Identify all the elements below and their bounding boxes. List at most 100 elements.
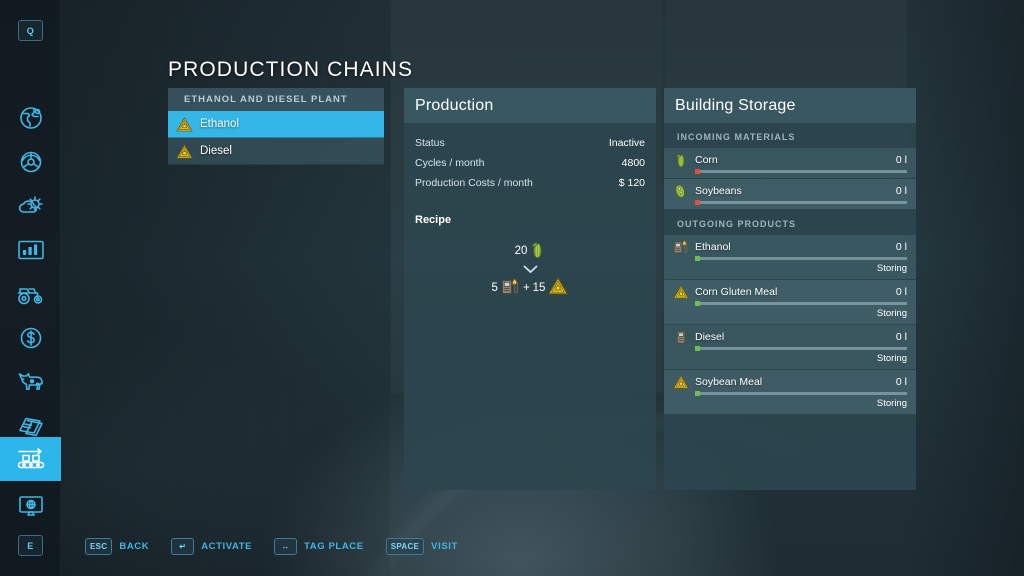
stat-row-cycles: Cycles / month 4800 [415, 157, 645, 169]
storage-row-status: Storing [876, 398, 907, 409]
stat-row-status: Status Inactive [415, 137, 645, 149]
storage-fill-bar [695, 301, 907, 306]
monitor-globe-icon [17, 494, 45, 518]
storage-fill-bar [695, 200, 907, 205]
storage-row-value: 0 l [895, 376, 907, 388]
fill-indicator [695, 391, 700, 396]
corn-icon [673, 152, 689, 168]
warning-triangle-icon [548, 277, 569, 298]
hint-visit[interactable]: SPACE VISIT [385, 538, 458, 555]
weather-icon [17, 193, 45, 219]
key-hint-q: Q [18, 20, 43, 41]
storage-fill-bar [695, 256, 907, 261]
diesel-canister-icon [673, 329, 689, 345]
key-esc: ESC [85, 538, 113, 555]
stat-key: Status [415, 137, 445, 149]
sidebar-item-weather[interactable] [0, 184, 61, 228]
production-chains-icon [15, 446, 47, 472]
storage-fill-bar [695, 169, 907, 174]
warning-triangle-icon [176, 116, 193, 132]
storage-row-name: Ethanol [695, 241, 731, 253]
storage-row-soybean-meal[interactable]: Soybean Meal 0 l Storing [664, 370, 916, 415]
hint-tag-place[interactable]: ↔ TAG PLACE [274, 538, 364, 555]
sidebar-item-fleet[interactable] [0, 272, 61, 316]
storage-row-corn-gluten-meal[interactable]: Corn Gluten Meal 0 l Storing [664, 280, 916, 325]
production-chain-list: ETHANOL AND DIESEL PLANT Ethanol Diesel [168, 88, 384, 165]
recipe-outputs: 5 + 15 [404, 277, 656, 298]
sidebar-item-multiplayer[interactable] [0, 484, 61, 528]
fill-indicator [695, 256, 700, 261]
stat-key: Cycles / month [415, 157, 485, 169]
recipe-inputs: 20 [404, 240, 656, 262]
warning-triangle-icon [673, 374, 689, 390]
fuel-pump-icon [501, 277, 520, 298]
sidebar-item-statistics[interactable] [0, 228, 61, 272]
chain-row-ethanol[interactable]: Ethanol [168, 111, 384, 138]
storage-row-name: Soybean Meal [695, 376, 763, 388]
bottom-hint-bar: ESC BACK ↵ ACTIVATE ↔ TAG PLACE SPACE VI… [85, 538, 458, 555]
recipe-plus: + [522, 281, 530, 294]
hint-back[interactable]: ESC BACK [85, 538, 149, 555]
chain-row-diesel[interactable]: Diesel [168, 138, 384, 165]
sidebar-item-finances[interactable] [0, 316, 61, 360]
storage-row-status: Storing [876, 308, 907, 319]
fill-indicator [695, 346, 700, 351]
recipe-output-amount: 5 [491, 281, 498, 294]
sidebar-item-map[interactable] [0, 96, 61, 140]
fill-indicator [695, 200, 700, 205]
warning-triangle-icon [673, 284, 689, 300]
storage-fill-bar [695, 391, 907, 396]
storage-row-corn[interactable]: Corn 0 l [664, 148, 916, 179]
tractor-icon [16, 282, 46, 306]
storage-row-status: Storing [876, 263, 907, 274]
key-enter: ↵ [171, 538, 195, 555]
storage-row-status: Storing [876, 353, 907, 364]
recipe-input-amount: 20 [514, 245, 528, 257]
hint-label: TAG PLACE [304, 541, 364, 552]
key-space: SPACE [385, 538, 425, 555]
chain-row-label: Ethanol [200, 118, 240, 130]
storage-row-ethanol[interactable]: Ethanol 0 l Storing [664, 235, 916, 280]
page-title: PRODUCTION CHAINS [168, 58, 414, 81]
storage-row-value: 0 l [895, 241, 907, 253]
storage-row-soybeans[interactable]: Soybeans 0 l [664, 179, 916, 210]
production-stats: Status Inactive Cycles / month 4800 Prod… [404, 123, 656, 189]
storage-fill-bar [695, 346, 907, 351]
fill-indicator [695, 301, 700, 306]
fill-indicator [695, 169, 700, 174]
storage-row-value: 0 l [895, 331, 907, 343]
map-icon [18, 105, 44, 131]
soybeans-icon [673, 183, 689, 199]
storage-row-value: 0 l [895, 154, 907, 166]
storage-section-header-incoming: INCOMING MATERIALS [677, 132, 796, 142]
key-left-right-arrow: ↔ [274, 538, 298, 555]
stat-row-costs: Production Costs / month $ 120 [415, 177, 645, 189]
storage-section-header-outgoing: OUTGOING PRODUCTS [677, 219, 797, 229]
statistics-icon [17, 239, 45, 261]
recipe-output-amount: 15 [532, 281, 546, 294]
sidebar-item-vehicles[interactable] [0, 140, 61, 184]
hint-label: VISIT [431, 541, 458, 552]
recipe-title: Recipe [415, 214, 452, 226]
corn-icon [530, 240, 545, 262]
hint-label: BACK [119, 541, 150, 552]
storage-row-name: Diesel [695, 331, 725, 343]
warning-triangle-icon [176, 143, 193, 159]
storage-row-diesel[interactable]: Diesel 0 l Storing [664, 325, 916, 370]
steering-wheel-icon [18, 149, 44, 175]
sidebar-rail: Q E [0, 0, 61, 576]
sidebar-item-production-chains[interactable] [0, 437, 61, 481]
chain-row-label: Diesel [200, 145, 232, 157]
storage-row-name: Soybeans [695, 185, 742, 197]
chevron-down-icon [404, 265, 656, 274]
sidebar-item-animals[interactable] [0, 360, 61, 404]
hint-label: ACTIVATE [201, 541, 253, 552]
storage-row-name: Corn Gluten Meal [695, 286, 778, 298]
building-storage-panel: Building Storage INCOMING MATERIALS Corn… [664, 88, 916, 490]
hint-activate[interactable]: ↵ ACTIVATE [171, 538, 252, 555]
finances-icon [18, 325, 44, 351]
chain-group-header: ETHANOL AND DIESEL PLANT [168, 88, 384, 111]
production-panel: Production Status Inactive Cycles / mont… [404, 88, 656, 490]
stat-key: Production Costs / month [415, 177, 533, 189]
animals-icon [16, 371, 46, 393]
